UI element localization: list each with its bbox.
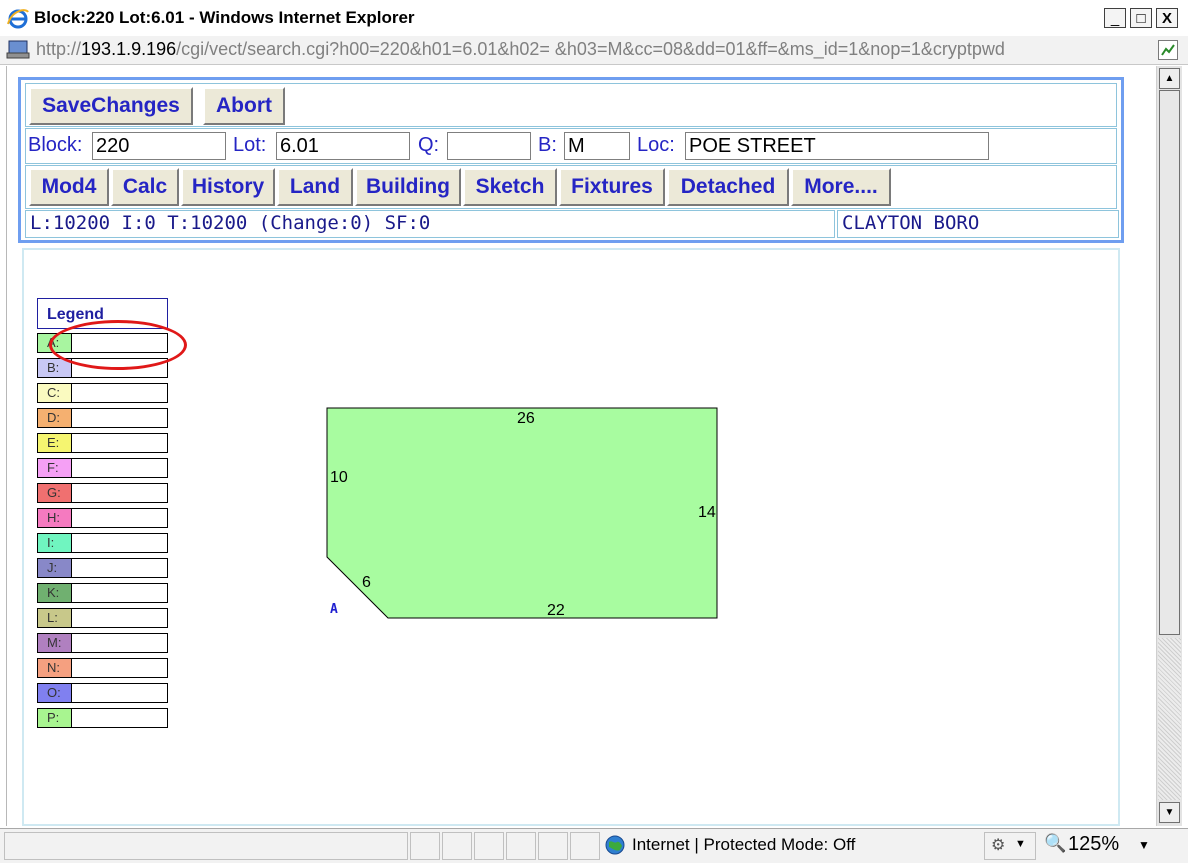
annotation-oval: [49, 320, 187, 370]
security-zone-text: Internet | Protected Mode: Off: [632, 835, 856, 854]
status-cell: [570, 832, 600, 860]
dim-diagonal-label: 6: [362, 574, 371, 591]
status-message-cell: [4, 832, 408, 860]
status-cell: [474, 832, 504, 860]
zoom-menu-chevron-icon[interactable]: ▼: [1138, 838, 1150, 852]
status-cell: [442, 832, 472, 860]
dim-right-label: 14: [698, 504, 716, 521]
gear-icon: ⚙: [991, 837, 1006, 854]
sketch-area-polygon[interactable]: [326, 407, 718, 619]
globe-icon: [605, 835, 625, 855]
status-bar: Internet | Protected Mode: Off ⚙ ▼ 🔍 125…: [0, 828, 1188, 863]
status-cell: [506, 832, 536, 860]
chevron-down-icon: ▼: [1015, 838, 1026, 850]
status-cell: [538, 832, 568, 860]
sketch-canvas: 26 10 14 6 22 A: [326, 407, 718, 619]
zoom-level[interactable]: 125%: [1068, 833, 1119, 856]
zoom-icon: 🔍: [1044, 833, 1067, 853]
protected-mode-button[interactable]: ⚙ ▼: [984, 832, 1036, 860]
status-cell: [410, 832, 440, 860]
dim-top-label: 26: [517, 410, 535, 427]
dim-left-label: 10: [330, 469, 348, 486]
dim-bottom-label: 22: [547, 602, 565, 619]
area-a-label: A: [330, 602, 338, 617]
